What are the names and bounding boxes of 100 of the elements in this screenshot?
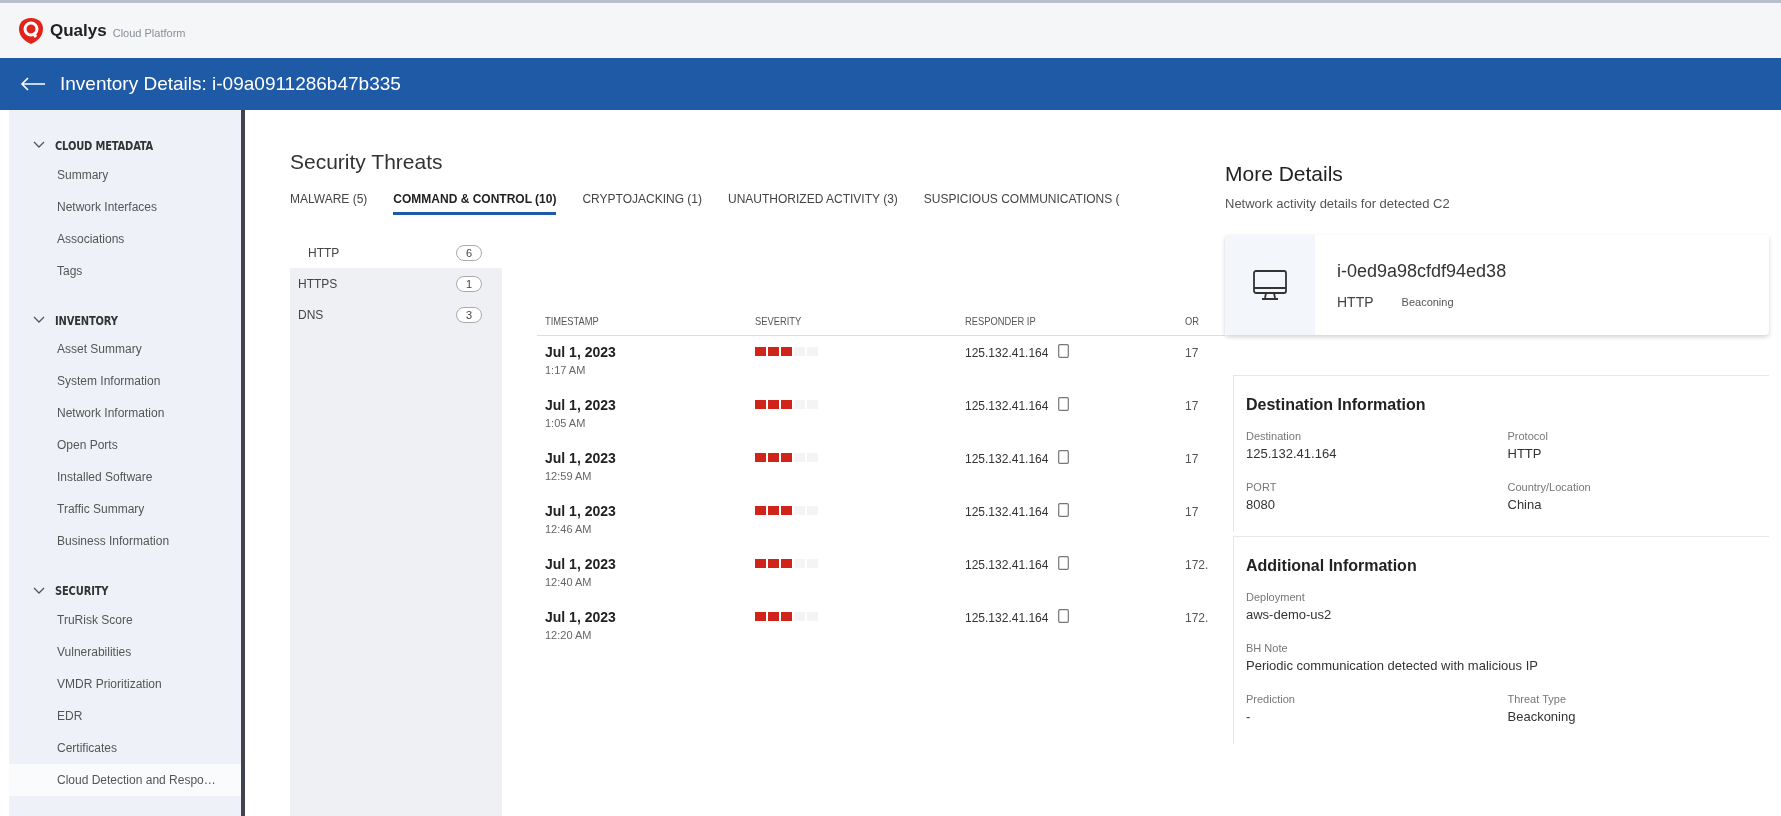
column-header: TIMESTAMP: [545, 315, 600, 327]
ip-address: 125.132.41.164: [965, 452, 1049, 466]
time-text: 12:40 AM: [545, 576, 592, 588]
table-cell-text: 172.: [1185, 558, 1210, 574]
severity-block: [781, 612, 792, 621]
field-value: China: [1507, 497, 1543, 512]
protocol-label: HTTPS: [298, 276, 338, 291]
severity-block: [755, 453, 766, 462]
field-value: 8080: [1246, 497, 1276, 512]
panel-subtitle: Network activity details for detected C2: [1225, 196, 1451, 211]
sidebar-item[interactable]: Cloud Detection and Respo…: [9, 764, 241, 796]
sidebar-item[interactable]: EDR: [9, 700, 241, 732]
field-label: PORT: [1246, 481, 1278, 493]
time-text: 1:05 AM: [545, 417, 586, 429]
date-text: Jul 1, 2023: [545, 344, 616, 360]
field-label: BH Note: [1246, 642, 1289, 654]
field-label: Prediction: [1246, 693, 1296, 705]
field-label: Destination: [1246, 430, 1303, 442]
copy-icon[interactable]: [1058, 556, 1070, 570]
severity-block: [768, 347, 779, 356]
table-cell-text: 17: [1185, 346, 1200, 362]
back-arrow-icon[interactable]: [20, 77, 46, 91]
sidebar-item[interactable]: Network Information: [9, 397, 241, 430]
count-badge: 3: [455, 306, 482, 323]
field-label: Protocol: [1507, 430, 1549, 442]
section-title: Destination Information: [1246, 396, 1427, 414]
sidebar-item[interactable]: Asset Summary: [9, 333, 241, 366]
section-title[interactable]: INVENTORY: [55, 312, 118, 328]
table-cell-text: 17: [1185, 505, 1200, 521]
chevron-icon[interactable]: [33, 316, 45, 324]
sidebar-item[interactable]: Certificates: [9, 732, 241, 764]
protocol-tab[interactable]: DNS 3: [290, 299, 502, 330]
sidebar-item[interactable]: System Information: [9, 365, 241, 398]
severity-block: [781, 400, 792, 409]
tab[interactable]: COMMAND & CONTROL (10): [393, 192, 557, 215]
ip-address: 125.132.41.164: [965, 505, 1049, 519]
copy-icon[interactable]: [1058, 609, 1070, 623]
severity-block: [755, 506, 766, 515]
severity-block: [781, 453, 792, 462]
tab[interactable]: UNAUTHORIZED ACTIVITY (3): [728, 192, 898, 215]
sidebar-item[interactable]: VMDR Prioritization: [9, 668, 241, 700]
protocol-label: HTTP: [308, 245, 340, 260]
copy-icon[interactable]: [1058, 344, 1070, 358]
logo-icon: [18, 16, 44, 45]
protocol-text: HTTP: [1337, 293, 1374, 310]
ip-address: 125.132.41.164: [965, 399, 1049, 413]
severity-block: [781, 347, 792, 356]
sidebar-item[interactable]: Open Ports: [9, 429, 241, 462]
ip-address: 125.132.41.164: [965, 611, 1049, 625]
copy-icon[interactable]: [1058, 397, 1070, 411]
section-title[interactable]: SECURITY: [55, 583, 109, 599]
sidebar-item[interactable]: Installed Software: [9, 461, 241, 494]
severity-block: [755, 347, 766, 356]
severity-block: [768, 612, 779, 621]
protocol-tab[interactable]: HTTPS 1: [290, 268, 502, 299]
field-value: 125.132.41.164: [1246, 446, 1338, 461]
count-badge: 6: [455, 244, 482, 261]
sidebar-item[interactable]: Network Interfaces: [9, 190, 241, 223]
tab[interactable]: CRYPTOJACKING (1): [582, 192, 703, 215]
table-cell-text: 17: [1185, 452, 1200, 468]
severity-block: [755, 559, 766, 568]
severity-block: [781, 559, 792, 568]
severity-block: [768, 453, 779, 462]
field-value: Beackoning: [1507, 709, 1577, 724]
instance-id: i-0ed9a98cfdf94ed38: [1337, 260, 1507, 282]
date-text: Jul 1, 2023: [545, 609, 616, 625]
field-label: Threat Type: [1507, 693, 1567, 705]
column-header: OR: [1185, 315, 1201, 327]
field-value: HTTP: [1507, 446, 1543, 461]
product-name: Cloud Platform: [112, 26, 186, 39]
tab[interactable]: SUSPICIOUS COMMUNICATIONS (: [923, 192, 1120, 215]
severity-block: [768, 506, 779, 515]
table-cell-text: 172.: [1185, 611, 1210, 627]
chevron-icon[interactable]: [33, 586, 45, 595]
count-badge: 1: [455, 275, 482, 292]
sidebar-item[interactable]: Traffic Summary: [9, 493, 241, 526]
time-text: 1:17 AM: [545, 364, 586, 376]
tab[interactable]: MALWARE (5): [290, 192, 368, 215]
severity-block: [768, 559, 779, 568]
severity-block: [755, 400, 766, 409]
severity-block: [755, 612, 766, 621]
sidebar-item[interactable]: Summary: [9, 158, 241, 191]
protocol-tab[interactable]: HTTP 6: [290, 237, 502, 268]
copy-icon[interactable]: [1058, 503, 1070, 517]
date-text: Jul 1, 2023: [545, 556, 616, 572]
time-text: 12:59 AM: [545, 470, 592, 482]
section-title[interactable]: CLOUD METADATA: [55, 137, 154, 153]
severity-block: [768, 400, 779, 409]
sidebar-item[interactable]: Associations: [9, 222, 241, 255]
sidebar-item[interactable]: Tags: [9, 254, 241, 287]
sidebar-item[interactable]: Business Information: [9, 525, 241, 558]
chevron-icon[interactable]: [33, 141, 45, 150]
sidebar-item[interactable]: Vulnerabilities: [9, 636, 241, 668]
protocol-label: DNS: [298, 307, 324, 322]
copy-icon[interactable]: [1058, 450, 1070, 464]
section-title: Additional Information: [1246, 557, 1418, 575]
sidebar-item[interactable]: TruRisk Score: [9, 604, 241, 636]
field-label: Deployment: [1246, 591, 1306, 603]
section-heading: Security Threats: [290, 150, 444, 174]
panel-title: More Details: [1225, 162, 1344, 186]
